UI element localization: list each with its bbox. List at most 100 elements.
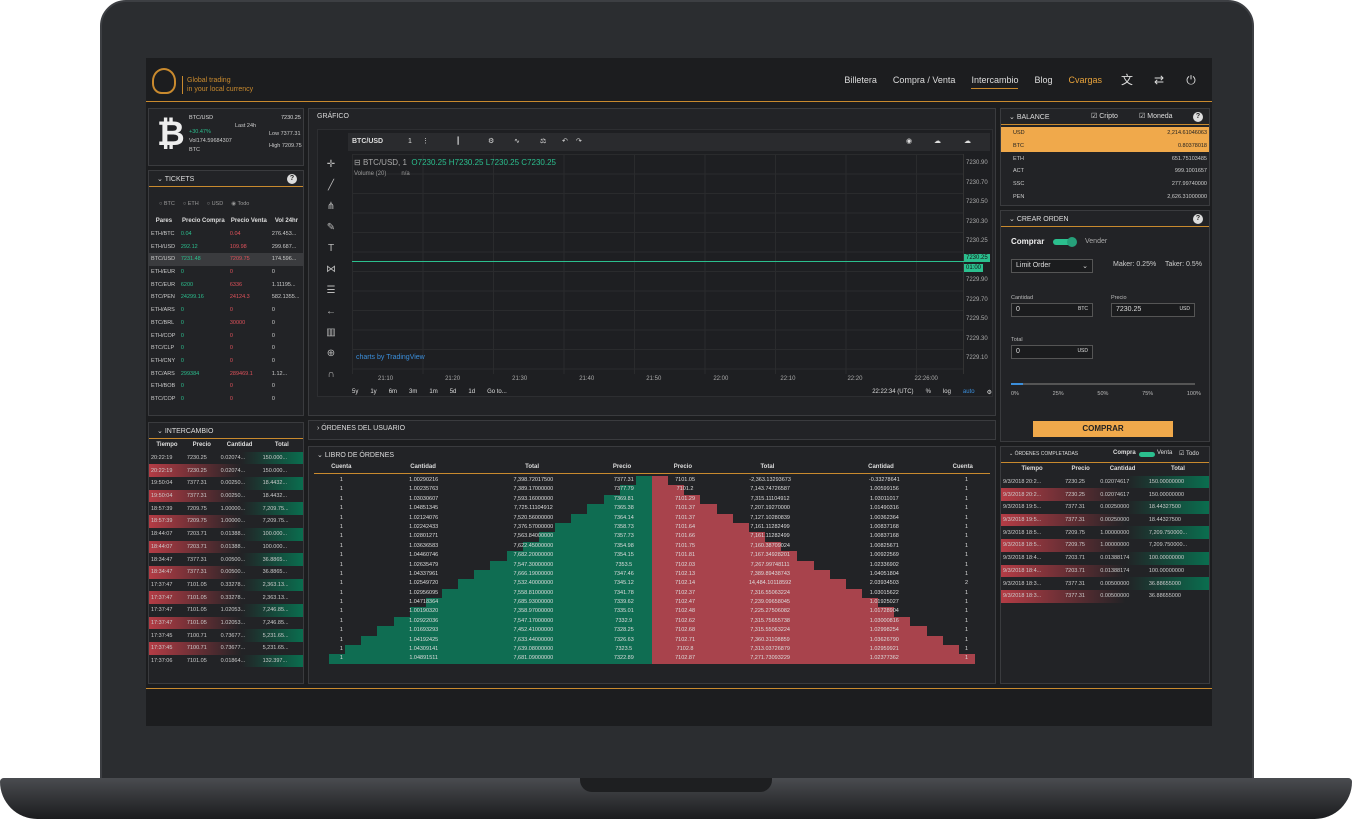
comprar-button[interactable]: COMPRAR	[1033, 421, 1173, 437]
back-arrow-icon[interactable]: ←	[318, 301, 344, 322]
ticket-row[interactable]: BTC/COP 0 0 0	[149, 393, 303, 406]
chart-plot[interactable]: ⊟ BTC/USD, 1 O7230.25 H7230.25 L7230.25 …	[352, 154, 964, 374]
tradingview-chart[interactable]: BTC/USD 1 ⋮ ┃ ⚙ ∿ ⚖ ↶ ↷ ◉ ☁ ☁ ✛ ╱ ⋔ ✎ T …	[317, 129, 993, 397]
redo-icon[interactable]: ↷	[576, 137, 582, 145]
cloud-upload-icon[interactable]: ☁	[964, 137, 971, 145]
compare-icon[interactable]: ⚖	[540, 137, 546, 145]
ticket-row[interactable]: ETH/BOB 0 0 0	[149, 380, 303, 393]
ticket-row[interactable]: BTC/EUR 6200 6336 1.11195...	[149, 278, 303, 291]
camera-icon[interactable]: ◉	[906, 137, 912, 145]
crosshair-icon[interactable]: ✛	[318, 154, 344, 175]
todo-checkbox[interactable]: ☑ Todo	[1179, 450, 1199, 457]
range-7[interactable]: Go to...	[487, 389, 507, 395]
symbol-input[interactable]: BTC/USD	[352, 138, 383, 145]
balance-row[interactable]: ETH 651.75103485	[1001, 152, 1209, 165]
orderbook-row[interactable]: 1 1.02922036 7,547.17000000 7332.9 7102.62 7,…	[314, 616, 994, 627]
range-1[interactable]: 1y	[370, 389, 376, 395]
venta-label[interactable]: Venta	[1157, 450, 1172, 456]
auto-toggle[interactable]: auto	[963, 389, 975, 395]
indicator-icon[interactable]: ∿	[514, 137, 520, 145]
orderbook-row[interactable]: 1 1.00235763 7,389.17000000 7377.79 7101.2 7,…	[314, 485, 994, 495]
brush-icon[interactable]: ✎	[318, 217, 344, 238]
range-0[interactable]: 5y	[352, 389, 358, 395]
range-2[interactable]: 6m	[389, 389, 397, 395]
total-input[interactable]: 0 USD	[1011, 345, 1093, 359]
compra-venta-toggle[interactable]	[1139, 452, 1155, 457]
percent-toggle[interactable]: %	[926, 389, 931, 395]
pattern-icon[interactable]: ⋈	[318, 259, 344, 280]
magnet-icon[interactable]: ∩	[318, 364, 344, 385]
measure-icon[interactable]: ▥	[318, 322, 344, 343]
help-icon[interactable]: ?	[1193, 214, 1203, 224]
compra-label[interactable]: Compra	[1113, 450, 1136, 456]
help-icon[interactable]: ?	[287, 174, 297, 184]
utc-time[interactable]: 22:22:34 (UTC)	[872, 389, 913, 395]
trendline-icon[interactable]: ╱	[318, 175, 344, 196]
chart-settings-icon[interactable]: ⚙	[987, 389, 992, 396]
ruler-icon[interactable]: ☰	[318, 280, 344, 301]
price-input[interactable]: 7230.25 USD	[1111, 303, 1195, 317]
zoom-icon[interactable]: ⊕	[318, 343, 344, 364]
menu-icon[interactable]: ⋮	[422, 137, 429, 145]
gear-icon[interactable]: ⚙	[488, 137, 494, 145]
orderbook-row[interactable]: 1 1.04718364 7,685.93000000 7339.62 7102.47 7…	[314, 598, 994, 608]
ticket-row[interactable]: BTC/PEN 24299.16 24124.3 582.1355...	[149, 291, 303, 304]
user-orders-header[interactable]: › ÓRDENES DEL USUARIO	[309, 421, 995, 437]
orderbook-row[interactable]: 1 1.02635479 7,547.30000000 7353.5 7102.03 7,…	[314, 560, 994, 570]
range-5[interactable]: 5d	[450, 389, 457, 395]
balance-row[interactable]: PEN 2,626.31000000	[1001, 190, 1209, 203]
orderbook-row[interactable]: 1 1.04851345 7,725.11104912 7365.38 7101.37 7…	[314, 504, 994, 514]
nav-blog[interactable]: Blog	[1034, 75, 1052, 89]
brand-logo[interactable]	[152, 68, 176, 94]
orderbook-row[interactable]: 1 1.00290216 7,398.72017500 7377.31 7101.05 -…	[314, 476, 994, 486]
ticket-row[interactable]: ETH/CNY 0 0 0	[149, 355, 303, 368]
balance-row[interactable]: SSC 277.99740000	[1001, 178, 1209, 191]
orderbook-row[interactable]: 1 1.04309141 7,639.08000000 7323.5 7102.8 7,3…	[314, 645, 994, 655]
qty-input[interactable]: 0 BTC	[1011, 303, 1093, 317]
translate-icon[interactable]: 文	[1120, 73, 1134, 87]
orderbook-row[interactable]: 1 1.04460746 7,682.20000000 7354.15 7101.81 7…	[314, 551, 994, 561]
help-icon[interactable]: ?	[1193, 112, 1203, 122]
exchange-icon[interactable]: ⇄	[1152, 73, 1166, 87]
sell-label[interactable]: Vender	[1085, 238, 1107, 245]
orderbook-row[interactable]: 1 1.02801271 7,563.84000000 7357.73 7101.66 7…	[314, 532, 994, 542]
text-icon[interactable]: T	[318, 238, 344, 259]
orderbook-row[interactable]: 1 1.03030607 7,593.16000000 7369.81 7101.29 7…	[314, 494, 994, 505]
fork-icon[interactable]: ⋔	[318, 196, 344, 217]
power-icon[interactable]: ⏻	[1184, 73, 1198, 87]
ticket-row[interactable]: ETH/ARS 0 0 0	[149, 304, 303, 317]
orderbook-row[interactable]: 1 1.02124076 7,520.56000000 7364.14 7101.37 7…	[314, 513, 994, 523]
nav-intercambio[interactable]: Intercambio	[971, 75, 1019, 89]
ticket-row[interactable]: ETH/USD 292.12 109.98 299.687...	[149, 240, 303, 253]
filter-btc[interactable]: ○ BTC	[159, 201, 175, 207]
ticket-row[interactable]: BTC/CLP 0 0 0	[149, 342, 303, 355]
tradingview-watermark[interactable]: charts by TradingView	[356, 354, 425, 361]
nav-user[interactable]: Cvargas	[1068, 75, 1102, 89]
orderbook-row[interactable]: 1 1.04337961 7,666.19000000 7347.46 7102.13 7…	[314, 569, 994, 580]
orderbook-row[interactable]: 1 1.03636583 7,622.45000000 7354.98 7101.75 7…	[314, 541, 994, 552]
ticket-row[interactable]: ETH/BTC 0.04 0.04 276.453...	[149, 228, 303, 241]
orderbook-row[interactable]: 1 1.04192425 7,633.44000000 7326.63 7102.71 7…	[314, 635, 994, 646]
range-4[interactable]: 1m	[429, 389, 437, 395]
range-6[interactable]: 1d	[468, 389, 475, 395]
interval-select[interactable]: 1	[408, 138, 412, 145]
filter-todo[interactable]: ◉ Todo	[231, 201, 249, 207]
range-3[interactable]: 3m	[409, 389, 417, 395]
ticket-row[interactable]: BTC/BRL 0 30000 0	[149, 317, 303, 330]
buy-sell-toggle[interactable]	[1053, 237, 1077, 247]
nav-billetera[interactable]: Billetera	[844, 75, 877, 89]
balance-row[interactable]: USD 2,214.61046063	[1001, 127, 1209, 140]
balance-row[interactable]: ACT 999.1001657	[1001, 165, 1209, 178]
filter-eth[interactable]: ○ ETH	[183, 201, 199, 207]
orderbook-row[interactable]: 1 1.02956095 7,558.81000000 7341.78 7102.37 7…	[314, 588, 994, 599]
amount-slider[interactable]	[1011, 383, 1195, 385]
cloud-download-icon[interactable]: ☁	[934, 137, 941, 145]
orderbook-row[interactable]: 1 1.02549720 7,532.40000000 7345.12 7102.14 1…	[314, 579, 994, 589]
moneda-checkbox[interactable]: ☑ Moneda	[1139, 112, 1173, 120]
filter-usd[interactable]: ○ USD	[207, 201, 223, 207]
order-type-select[interactable]: Limit Order ⌄	[1011, 259, 1093, 273]
cripto-checkbox[interactable]: ☑ Cripto	[1091, 112, 1118, 120]
undo-icon[interactable]: ↶	[562, 137, 568, 145]
orderbook-row[interactable]: 1 1.00190320 7,358.97000000 7335.01 7102.48 7…	[314, 607, 994, 617]
orderbook-row[interactable]: 1 1.04891511 7,681.09000000 7322.89 7102.87 7…	[314, 654, 994, 664]
